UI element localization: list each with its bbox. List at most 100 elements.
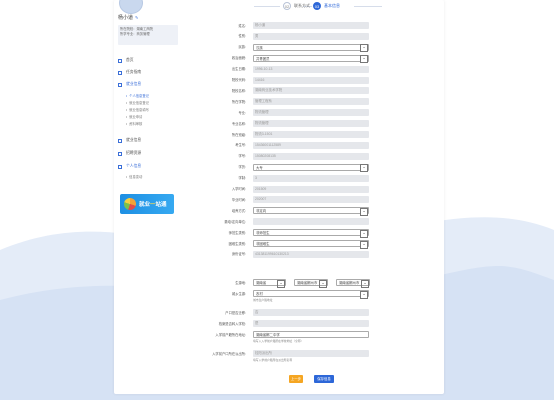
user-name-text: 杨小道 <box>118 15 134 21</box>
subnav-application[interactable]: 就业申请 <box>126 114 142 119</box>
field-label: 专业名称: <box>231 121 246 126</box>
field-label: 民族: <box>238 45 246 50</box>
field-label: 委培/定向单位: <box>224 219 246 224</box>
field-label: 性别: <box>238 34 246 39</box>
field-row: 民族: 汉族 <box>190 43 370 53</box>
field-input[interactable]: 物流管理 <box>253 109 369 117</box>
province-select[interactable]: 湖南省 <box>253 279 286 288</box>
field-label: 院校名称: <box>231 88 246 93</box>
banner-prefix: 就业 <box>139 202 151 208</box>
nav-personal[interactable]: 个人信息 <box>118 164 141 169</box>
field-select[interactable]: 汉族 <box>253 43 369 53</box>
field-label: 档案是否转入学校: <box>218 321 246 326</box>
hukou-move-field[interactable]: 否 <box>253 309 369 316</box>
field-select[interactable]: 大专 <box>253 163 369 173</box>
nav-employment-info[interactable]: 就业信息 <box>118 138 141 143</box>
field-select[interactable]: 非定向 <box>253 207 369 216</box>
edit-icon[interactable]: ✎ <box>135 15 138 20</box>
subnav-personal-info[interactable]: 个人信息登记 <box>126 93 149 98</box>
subnav-review[interactable]: 资料审核 <box>126 121 142 126</box>
hukou-move-row: 户口是否迁移: 否 <box>190 309 370 316</box>
field-input[interactable]: 14416 <box>253 76 369 84</box>
user-name: 杨小道 ✎ <box>118 14 138 21</box>
step-contact[interactable]: 02 联系方式 <box>283 2 310 10</box>
field-row: 身份证号: 431381199610130213 <box>190 250 370 258</box>
address-hint: 填写入入学前户籍所在学校地址（全称） <box>253 339 304 343</box>
city-select[interactable]: 湖南省郴州市 <box>294 279 328 288</box>
field-input[interactable]: 杨小道 <box>253 22 369 29</box>
step-label: 联系方式 <box>294 3 310 8</box>
county-select[interactable]: 湖南省郴州市 <box>336 279 370 288</box>
banner-text: 就业一站通 <box>139 200 167 208</box>
field-label: 姓名: <box>238 23 246 28</box>
field-label: 政治面貌: <box>231 56 246 61</box>
subnav-employment-register[interactable]: 就业信息登记 <box>126 100 149 105</box>
field-input[interactable]: 湖南商业技术学院 <box>253 87 369 95</box>
guide-icon <box>118 70 122 75</box>
hukou-select[interactable]: 农村 <box>253 290 369 299</box>
address-input[interactable]: 湖南省郴二中学 <box>253 331 369 338</box>
field-label: 培养方式: <box>231 208 246 213</box>
prev-button[interactable]: 上一步 <box>289 375 303 383</box>
field-row: 学号: 15080208135 <box>190 152 370 160</box>
field-label: 学历: <box>238 165 246 170</box>
save-button[interactable]: 保存信息 <box>314 375 334 383</box>
user-major: 所学专业：商务管理 <box>120 32 150 36</box>
banner-suffix: 站通 <box>155 202 167 208</box>
field-select[interactable]: 非困难生 <box>253 240 369 249</box>
field-label: 出生日期: <box>231 67 246 72</box>
field-row: 师范生类别: 非师范生 <box>190 229 370 238</box>
field-row: 毕业时间: 202007 <box>190 196 370 204</box>
field-input[interactable]: 1996-10-13 <box>253 65 369 73</box>
field-label: 身份证号: <box>231 252 246 257</box>
field-input[interactable] <box>253 218 369 226</box>
field-input[interactable]: 管理工程系 <box>253 98 369 106</box>
police-input[interactable]: 桂阳派出所 <box>253 350 369 357</box>
nav-employment-label: 就业信息 <box>126 82 142 86</box>
field-input[interactable]: 15436001112589 <box>253 141 369 149</box>
field-label: 户口是否迁移: <box>225 310 246 315</box>
nav-personal-label: 个人信息 <box>126 164 142 168</box>
field-row: 考生号: 15436001112589 <box>190 141 370 149</box>
nav-guide[interactable]: 任务指南 <box>118 70 141 75</box>
person-icon <box>118 164 122 169</box>
field-input[interactable]: 15080208135 <box>253 152 369 160</box>
field-row: 专业: 物流管理 <box>190 109 370 117</box>
step-number: 02 <box>283 2 291 10</box>
field-input[interactable]: 431381199610130213 <box>253 250 369 258</box>
user-info-box: 所在院校：湖南工商院 所学专业：商务管理 <box>118 25 178 45</box>
subnav-info-change[interactable]: 信息变动 <box>126 174 142 179</box>
field-input[interactable]: 202007 <box>253 196 369 204</box>
field-row: 姓名: 杨小道 <box>190 22 370 29</box>
step-basic-info[interactable]: 03 基本信息 <box>313 2 340 10</box>
employment-icon <box>118 82 122 87</box>
step-line-left <box>254 6 280 7</box>
nav-home-label: 首页 <box>126 58 134 62</box>
birthplace-row: 生源地: 湖南省 湖南省郴州市 湖南省郴州市 <box>190 279 370 288</box>
field-row: 院校名称: 湖南商业技术学院 <box>190 87 370 95</box>
field-label: 学制: <box>238 176 246 181</box>
field-select[interactable]: 非师范生 <box>253 229 369 238</box>
nav-recruitment-label: 招聘资源 <box>126 151 142 155</box>
field-input[interactable]: 3 <box>253 174 369 182</box>
field-row: 学制: 3 <box>190 174 370 182</box>
field-row: 专业名称: 物流管理 <box>190 120 370 128</box>
field-label: 毕业时间: <box>231 197 246 202</box>
promo-banner[interactable]: 就业一站通 <box>120 194 174 214</box>
nav-employment[interactable]: 就业信息 <box>118 82 141 87</box>
field-label: 考生号: <box>235 143 246 148</box>
field-select[interactable]: 共青团员 <box>253 54 369 64</box>
field-input[interactable]: 物流3-1501 <box>253 131 369 138</box>
field-row: 所在班级: 物流3-1501 <box>190 131 370 138</box>
field-input[interactable]: 男 <box>253 32 369 40</box>
nav-recruitment[interactable]: 招聘资源 <box>118 151 141 156</box>
archive-field[interactable]: 是 <box>253 320 369 327</box>
field-row: 政治面貌: 共青团员 <box>190 54 370 64</box>
field-row: 院校代码: 14416 <box>190 76 370 84</box>
subnav-employment-fill[interactable]: 就业信息填写 <box>126 107 149 112</box>
field-label: 所在学院: <box>231 99 246 104</box>
nav-home[interactable]: 首页 <box>118 58 134 63</box>
field-row: 委培/定向单位: <box>190 218 370 226</box>
field-input[interactable]: 201509 <box>253 185 369 193</box>
field-input[interactable]: 物流管理 <box>253 120 369 128</box>
